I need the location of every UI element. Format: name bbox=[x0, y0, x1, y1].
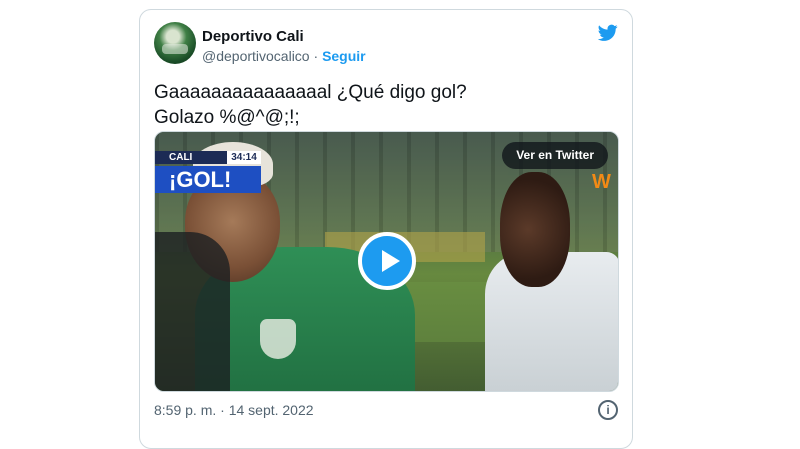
channel-logo: W bbox=[592, 171, 611, 193]
author-name[interactable]: Deportivo Cali bbox=[202, 28, 304, 45]
foreground-shadow bbox=[155, 232, 230, 391]
scoreboard-bar: CALI 34:14 bbox=[155, 151, 261, 164]
scoreboard-overlay: CALI 34:14 ¡GOL! bbox=[155, 151, 261, 195]
separator: · bbox=[309, 48, 323, 64]
tweet-timestamp[interactable]: 8:59 p. m. · 14 sept. 2022 bbox=[154, 402, 314, 418]
author-handle[interactable]: @deportivocalico bbox=[202, 48, 310, 64]
tweet-text: Gaaaaaaaaaaaaaaal ¿Qué digo gol? Golazo … bbox=[154, 82, 467, 128]
info-icon[interactable]: i bbox=[598, 400, 618, 420]
handle-row: @deportivocalico · Seguir bbox=[202, 48, 366, 64]
tweet-card[interactable]: Deportivo Cali @deportivocalico · Seguir… bbox=[139, 9, 633, 449]
club-crest bbox=[260, 319, 296, 359]
avatar[interactable] bbox=[154, 22, 196, 64]
follow-button[interactable]: Seguir bbox=[322, 48, 366, 64]
video-player[interactable]: CALI 34:14 ¡GOL! W Ver en Twitter bbox=[154, 131, 619, 392]
teammate-face bbox=[500, 172, 570, 287]
goal-banner: ¡GOL! bbox=[155, 166, 261, 193]
play-icon[interactable] bbox=[358, 232, 416, 290]
scoreboard-time: 34:14 bbox=[227, 151, 261, 164]
twitter-bird-icon[interactable] bbox=[598, 24, 618, 42]
view-on-twitter-button[interactable]: Ver en Twitter bbox=[502, 142, 608, 169]
scoreboard-team: CALI bbox=[169, 152, 193, 163]
